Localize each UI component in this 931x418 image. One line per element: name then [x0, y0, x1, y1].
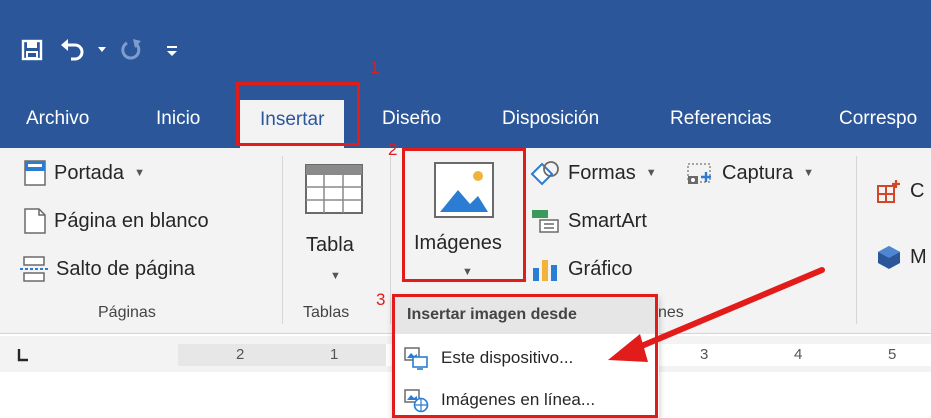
grafico-label: Gráfico: [568, 257, 633, 280]
redo-icon: [121, 39, 141, 60]
group-separator: [856, 156, 857, 324]
multimedia-button[interactable]: M: [876, 244, 927, 270]
title-bar: Archivo Inicio Insertar Diseño Disposici…: [0, 0, 931, 148]
redo-button[interactable]: [118, 36, 146, 64]
tab-inicio[interactable]: Inicio: [156, 96, 200, 148]
ribbon-tabs: Archivo Inicio Insertar Diseño Disposici…: [0, 96, 931, 148]
tab-referencias[interactable]: Referencias: [670, 96, 771, 148]
group-separator: [390, 156, 391, 324]
chevron-down-icon: ▼: [330, 270, 341, 282]
group-label-paginas: Páginas: [98, 304, 156, 321]
portada-button[interactable]: Portada ▼: [24, 160, 145, 186]
annotation-box-imagenes: [402, 148, 526, 282]
save-button[interactable]: [18, 36, 46, 64]
media-icon: [878, 246, 900, 269]
chevron-down-icon: [98, 47, 106, 52]
left-tab-stop-icon: [17, 349, 28, 362]
formas-label: Formas: [568, 161, 636, 184]
complementos-button[interactable]: C: [876, 178, 924, 204]
cover-page-icon: [24, 160, 46, 186]
ruler-mark: 5: [888, 346, 897, 363]
group-label-ilustraciones: nes: [658, 304, 684, 321]
tab-archivo[interactable]: Archivo: [26, 96, 89, 148]
tabla-label: Tabla: [306, 234, 354, 256]
annotation-number: 3: [376, 290, 386, 309]
undo-icon: [61, 39, 84, 61]
tab-correspondencia[interactable]: Correspo: [839, 96, 917, 148]
complementos-label: C: [910, 179, 925, 202]
smartart-button[interactable]: SmartArt: [530, 208, 647, 234]
ruler-mark: 3: [700, 346, 709, 363]
pagina-en-blanco-label: Página en blanco: [54, 209, 209, 232]
page-break-icon: [20, 256, 48, 282]
chevron-down-icon: ▼: [134, 167, 145, 179]
ruler-mark: 2: [236, 346, 245, 363]
tab-disposicion[interactable]: Disposición: [502, 96, 599, 148]
screenshot-icon: [687, 163, 711, 184]
chevron-down-icon: ▼: [645, 167, 657, 179]
customize-qat-button[interactable]: [158, 36, 186, 64]
grafico-button[interactable]: Gráfico: [530, 256, 632, 282]
blank-page-icon: [24, 208, 46, 234]
smartart-label: SmartArt: [568, 209, 647, 232]
portada-label: Portada: [54, 161, 125, 184]
chart-icon: [533, 260, 557, 281]
table-icon: [305, 164, 363, 214]
pagina-en-blanco-button[interactable]: Página en blanco: [24, 208, 209, 234]
tab-selector[interactable]: [16, 348, 30, 362]
addins-icon: [877, 180, 900, 203]
customize-qat-icon: [167, 46, 177, 56]
captura-label: Captura: [722, 161, 794, 184]
quick-access-toolbar: [18, 36, 186, 64]
save-icon: [21, 39, 43, 61]
undo-dropdown[interactable]: [98, 36, 106, 64]
tabla-button[interactable]: Tabla ▼: [300, 158, 368, 298]
shapes-icon: [530, 161, 559, 186]
multimedia-label: M: [910, 245, 927, 268]
annotation-number: 1: [370, 58, 380, 77]
chevron-down-icon: ▼: [803, 167, 815, 179]
smartart-icon: [532, 210, 559, 233]
group-label-tablas: Tablas: [303, 304, 350, 321]
ruler-mark: 1: [330, 346, 339, 363]
salto-de-pagina-label: Salto de página: [56, 257, 196, 280]
undo-button[interactable]: [58, 36, 86, 64]
formas-button[interactable]: Formas ▼: [530, 160, 657, 186]
annotation-box-menu: [392, 294, 658, 418]
captura-button[interactable]: Captura ▼: [686, 160, 814, 186]
annotation-box-insertar: [236, 82, 360, 146]
salto-de-pagina-button[interactable]: Salto de página: [20, 256, 195, 282]
group-separator: [282, 156, 283, 324]
ruler-mark: 4: [794, 346, 803, 363]
annotation-number: 2: [388, 140, 398, 159]
